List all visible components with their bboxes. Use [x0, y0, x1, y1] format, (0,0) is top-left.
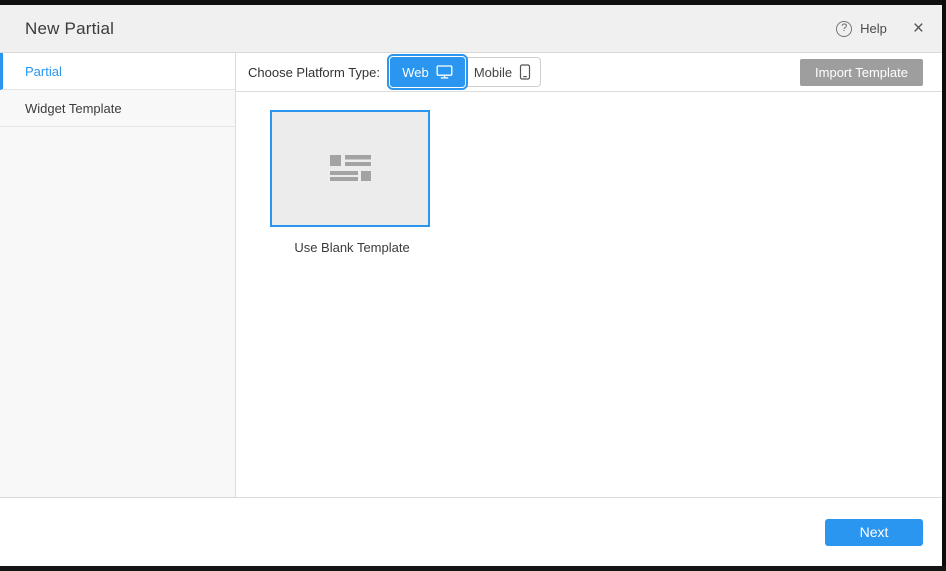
help-icon: ?: [836, 21, 852, 37]
blank-template-label: Use Blank Template: [270, 240, 434, 255]
platform-web-button[interactable]: Web: [389, 56, 466, 88]
wireframe-list-icon: [330, 155, 371, 182]
background-window-right-edge: [942, 0, 946, 571]
import-template-button[interactable]: Import Template: [800, 59, 923, 86]
help-label: Help: [860, 21, 887, 36]
help-button[interactable]: ? Help: [836, 21, 887, 37]
monitor-icon: [436, 65, 453, 79]
background-window-bottom-edge: [0, 566, 946, 571]
close-icon[interactable]: ×: [913, 19, 924, 38]
platform-mobile-label: Mobile: [474, 65, 512, 80]
main-panel: Choose Platform Type: Web Mobile: [236, 53, 942, 497]
sidebar: Partial Widget Template: [0, 53, 236, 497]
template-gallery: Use Blank Template: [236, 92, 942, 497]
platform-toolbar: Choose Platform Type: Web Mobile: [236, 53, 942, 92]
sidebar-item-widget-template[interactable]: Widget Template: [0, 90, 235, 127]
next-button[interactable]: Next: [825, 519, 923, 546]
platform-mobile-button[interactable]: Mobile: [465, 58, 540, 86]
blank-template-card[interactable]: [270, 110, 430, 227]
page-title: New Partial: [25, 19, 114, 39]
dialog-header: New Partial ? Help ×: [0, 5, 942, 53]
platform-type-label: Choose Platform Type:: [248, 65, 380, 80]
platform-web-label: Web: [402, 65, 429, 80]
platform-segmented-control: Web Mobile: [389, 57, 541, 87]
phone-icon: [519, 64, 531, 80]
dialog-footer: Next: [0, 497, 942, 566]
new-partial-dialog: New Partial ? Help × Partial Widget Temp…: [0, 5, 942, 566]
dialog-body: Partial Widget Template Choose Platform …: [0, 53, 942, 497]
sidebar-item-partial[interactable]: Partial: [0, 53, 235, 90]
sidebar-item-label: Widget Template: [25, 101, 122, 116]
sidebar-item-label: Partial: [25, 64, 62, 79]
